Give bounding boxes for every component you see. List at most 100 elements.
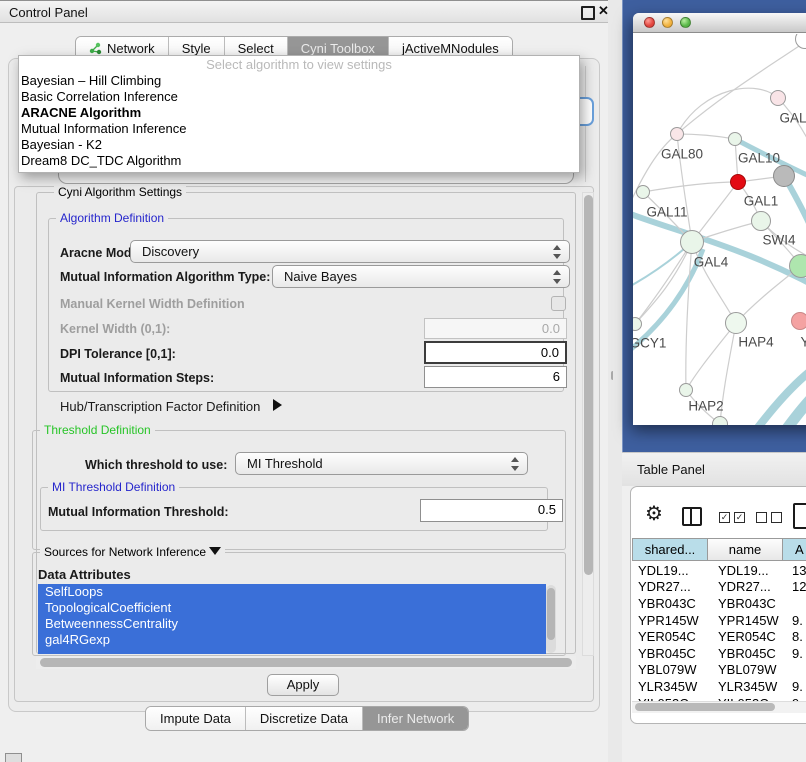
network-node[interactable] [770, 90, 786, 106]
export-table-icon[interactable] [793, 503, 806, 529]
manual-kernel-width-checkbox[interactable] [551, 296, 566, 311]
kernel-width-field: 0.0 [424, 318, 567, 339]
table-row[interactable]: YPR145W YPR145W 9. [632, 612, 806, 629]
column-header-cut[interactable]: A [783, 538, 806, 561]
spinner-arrows-icon [552, 245, 561, 259]
node-label: GAL1 [744, 194, 779, 209]
table-row[interactable]: YDL19... YDL19... 13 [632, 562, 806, 579]
hub-definition-label: Hub/Transcription Factor Definition [60, 399, 260, 414]
unchecked-box-icon [771, 512, 782, 523]
table-row[interactable]: YBL079W YBL079W [632, 662, 806, 679]
float-window-icon[interactable] [581, 6, 595, 20]
algorithm-option-selected[interactable]: ARACNE Algorithm [19, 105, 579, 121]
network-node[interactable] [773, 165, 795, 187]
network-node[interactable] [680, 230, 704, 254]
network-node[interactable] [730, 174, 746, 190]
network-node[interactable] [636, 185, 650, 199]
table-body[interactable]: YDL19... YDL19... 13 YDR27... YDR27... 1… [632, 562, 806, 701]
attribute-item[interactable]: SelfLoops [38, 584, 546, 600]
cell: YDL19... [708, 563, 783, 578]
tab-infer-network-label: Infer Network [377, 711, 454, 726]
attribute-item[interactable]: gal4RGexp [38, 632, 546, 648]
node-label: Y [800, 335, 806, 350]
algorithm-option[interactable]: Dream8 DC_TDC Algorithm [19, 153, 579, 169]
aracne-mode-combobox[interactable]: Discovery [130, 240, 570, 263]
hub-expand-icon[interactable] [273, 399, 282, 411]
mi-algorithm-type-combobox[interactable]: Naive Bayes [272, 265, 570, 288]
checked-box-icon: ✓ [719, 512, 730, 523]
settings-vertical-scrollbar-thumb[interactable] [584, 195, 593, 575]
deselect-all-columns-icon[interactable] [756, 512, 782, 523]
cell: YDL19... [632, 563, 708, 578]
network-node[interactable] [789, 254, 806, 278]
select-all-columns-icon[interactable]: ✓ ✓ [719, 512, 745, 523]
network-node[interactable] [725, 312, 747, 334]
settings-horizontal-scrollbar-thumb[interactable] [40, 658, 572, 667]
which-threshold-label: Which threshold to use: [85, 458, 227, 472]
node-label: GAL80 [661, 147, 703, 162]
zoom-traffic-light-icon[interactable] [680, 17, 691, 28]
attribute-item[interactable]: TopologicalCoefficient [38, 600, 546, 616]
minimize-traffic-light-icon[interactable] [662, 17, 673, 28]
panel-divider-handle[interactable] [611, 371, 618, 380]
data-attributes-list[interactable]: SelfLoops TopologicalCoefficient Between… [38, 584, 546, 654]
table-row[interactable]: YBR045C YBR045C 9. [632, 645, 806, 662]
cell: 8. [783, 629, 806, 644]
column-header-shared-name[interactable]: shared... [632, 538, 708, 561]
close-traffic-light-icon[interactable] [644, 17, 655, 28]
network-canvas[interactable]: GALGAL80GAL10GAL11GAL1SWI4GAL4GCY1HAP4YH… [633, 34, 806, 425]
table-row[interactable]: YLR345W YLR345W 9. [632, 678, 806, 695]
panel-divider[interactable] [608, 0, 622, 762]
aracne-mode-value: Discovery [142, 244, 199, 259]
network-node[interactable] [712, 416, 728, 425]
column-header-name[interactable]: name [708, 538, 783, 561]
data-attributes-label: Data Attributes [38, 567, 131, 582]
which-threshold-combobox[interactable]: MI Threshold [235, 452, 528, 475]
tab-network-label: Network [107, 41, 155, 56]
tab-discretize-data[interactable]: Discretize Data [246, 707, 363, 730]
cell: 13 [783, 563, 806, 578]
tab-impute-data-label: Impute Data [160, 711, 231, 726]
cyni-algorithm-settings-title: Cyni Algorithm Settings [54, 185, 186, 199]
cell: YER054C [708, 629, 783, 644]
table-row[interactable]: YDR27... YDR27... 12 [632, 579, 806, 596]
table-settings-gear-icon[interactable]: ⚙ [645, 503, 663, 525]
network-window-titlebar[interactable] [633, 13, 806, 33]
table-row[interactable]: YBR043C YBR043C [632, 595, 806, 612]
network-node[interactable] [670, 127, 684, 141]
cell: YDR27... [632, 579, 708, 594]
table-horizontal-scrollbar-thumb[interactable] [635, 703, 775, 711]
network-node[interactable] [679, 383, 693, 397]
cell: YBR043C [632, 596, 708, 611]
algorithm-option[interactable]: Mutual Information Inference [19, 121, 579, 137]
cell: 9. [783, 613, 806, 628]
manual-kernel-width-label: Manual Kernel Width Definition [60, 297, 245, 311]
algorithm-option[interactable]: Bayesian - K2 [19, 137, 579, 153]
tab-impute-data[interactable]: Impute Data [146, 707, 246, 730]
dpi-tolerance-field[interactable]: 0.0 [424, 341, 567, 364]
table-panel-titlebar: Table Panel [622, 452, 806, 486]
network-node[interactable] [751, 211, 771, 231]
network-node[interactable] [791, 312, 806, 330]
algorithm-option[interactable]: Basic Correlation Inference [19, 89, 579, 105]
tab-jactivemnodules-label: jActiveMNodules [402, 41, 499, 56]
network-window[interactable]: GALGAL80GAL10GAL11GAL1SWI4GAL4GCY1HAP4YH… [633, 13, 806, 425]
algorithm-option[interactable]: Bayesian – Hill Climbing [19, 73, 579, 89]
mi-steps-field[interactable]: 6 [424, 366, 567, 388]
dpi-tolerance-label: DPI Tolerance [0,1]: [60, 347, 176, 361]
dock-panel-icon[interactable] [5, 753, 22, 762]
spinner-arrows-icon [552, 270, 561, 284]
cell: YPR145W [708, 613, 783, 628]
mi-algorithm-type-value: Naive Bayes [284, 269, 357, 284]
table-row[interactable]: YER054C YER054C 8. [632, 628, 806, 645]
network-node[interactable] [728, 132, 742, 146]
control-panel-title: Control Panel [9, 5, 88, 20]
tab-infer-network[interactable]: Infer Network [363, 707, 468, 730]
apply-button[interactable]: Apply [267, 674, 339, 696]
mi-threshold-field[interactable]: 0.5 [420, 499, 563, 522]
attribute-item[interactable]: BetweennessCentrality [38, 616, 546, 632]
sources-collapse-icon[interactable] [209, 547, 221, 555]
show-columns-icon[interactable] [682, 507, 702, 526]
attribute-list-scrollbar-thumb[interactable] [547, 588, 555, 640]
node-label: GAL11 [646, 205, 687, 220]
